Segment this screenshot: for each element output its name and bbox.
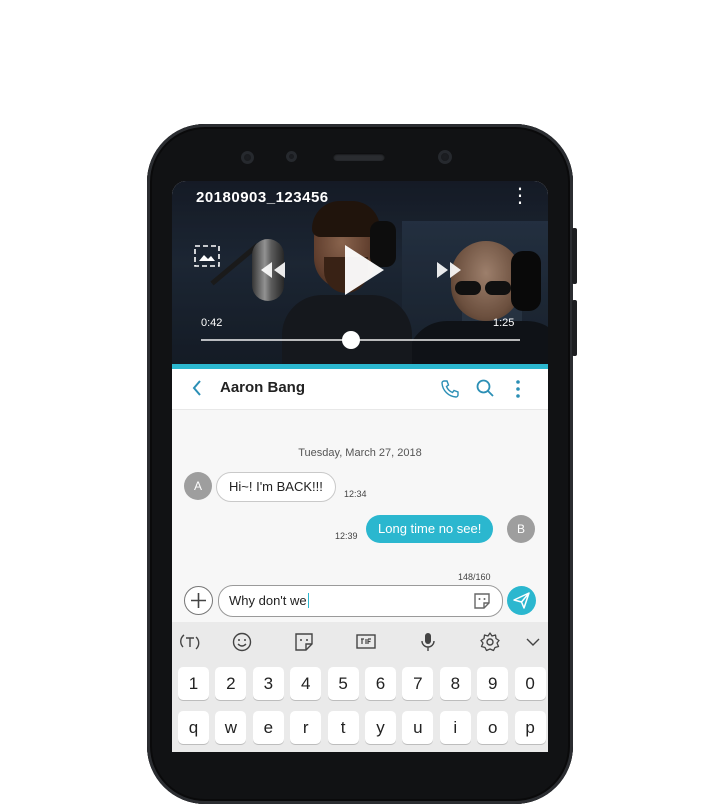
key-0[interactable]: 0 — [514, 667, 546, 700]
attach-button[interactable] — [184, 586, 213, 615]
conversation: Tuesday, March 27, 2018 A Hi~! I'm BACK!… — [172, 410, 548, 636]
send-button[interactable] — [507, 586, 536, 615]
avatar[interactable]: A — [184, 472, 212, 500]
front-camera — [438, 150, 452, 164]
sticker-icon[interactable] — [293, 631, 315, 653]
proximity-sensor — [286, 151, 297, 162]
key-y[interactable]: y — [365, 711, 396, 744]
chat-more-icon[interactable] — [512, 378, 524, 400]
emoji-icon[interactable] — [231, 631, 253, 653]
earpiece-speaker — [333, 153, 385, 161]
contact-name: Aaron Bang — [220, 379, 306, 396]
text-scan-icon[interactable] — [179, 631, 201, 653]
key-6[interactable]: 6 — [365, 667, 396, 700]
video-more-icon[interactable]: ⋮ — [510, 186, 530, 206]
chat-header: Aaron Bang — [172, 369, 548, 410]
key-t[interactable]: t — [327, 711, 359, 744]
key-7[interactable]: 7 — [402, 667, 434, 700]
key-q[interactable]: q — [178, 711, 209, 744]
key-3[interactable]: 3 — [252, 667, 284, 700]
total-duration: 1:25 — [493, 317, 515, 329]
video-title: 20180903_123456 — [196, 189, 329, 206]
key-p[interactable]: p — [514, 711, 546, 744]
key-u[interactable]: u — [402, 711, 434, 744]
message-input-value: Why don't we — [229, 593, 307, 608]
settings-icon[interactable] — [479, 631, 501, 653]
avatar[interactable]: B — [507, 515, 535, 543]
seek-thumb[interactable] — [341, 331, 360, 349]
video-player[interactable]: 20180903_123456 ⋮ 0:42 1:25 — [172, 181, 548, 364]
key-2[interactable]: 2 — [215, 667, 247, 700]
message-time: 12:34 — [344, 489, 367, 499]
message-input[interactable]: Why don't we — [218, 585, 503, 617]
send-icon — [513, 592, 530, 609]
outgoing-message[interactable]: Long time no see! — [366, 515, 494, 543]
mic-icon[interactable] — [417, 631, 439, 653]
front-sensor — [241, 151, 254, 164]
keyboard: 1234567890 qwertyuiop — [172, 622, 548, 752]
volume-button — [572, 228, 577, 284]
phone-screen: 20180903_123456 ⋮ 0:42 1:25 Aaron Bang T… — [172, 181, 548, 752]
text-caret — [307, 593, 309, 608]
key-5[interactable]: 5 — [327, 667, 359, 700]
key-w[interactable]: w — [215, 711, 247, 744]
key-4[interactable]: 4 — [290, 667, 322, 700]
rewind-icon[interactable] — [260, 261, 286, 279]
fast-forward-icon[interactable] — [436, 261, 462, 279]
current-time: 0:42 — [201, 317, 223, 329]
search-icon[interactable] — [475, 378, 495, 398]
key-1[interactable]: 1 — [178, 667, 209, 700]
key-i[interactable]: i — [439, 711, 471, 744]
phone-call-icon[interactable] — [440, 379, 460, 399]
char-counter: 148/160 — [458, 572, 491, 582]
message-time: 12:39 — [335, 531, 358, 541]
plus-icon — [191, 593, 206, 608]
incoming-message[interactable]: Hi~! I'm BACK!!! — [216, 472, 336, 502]
power-button — [572, 300, 577, 356]
back-arrow-icon[interactable] — [190, 378, 204, 398]
seek-bar[interactable] — [201, 339, 520, 341]
key-r[interactable]: r — [290, 711, 322, 744]
key-9[interactable]: 9 — [477, 667, 509, 700]
gif-icon[interactable] — [355, 631, 377, 653]
key-o[interactable]: o — [477, 711, 509, 744]
sticker-icon[interactable] — [472, 591, 492, 611]
keyboard-toolbar — [172, 622, 548, 662]
capture-icon[interactable] — [194, 245, 220, 267]
key-8[interactable]: 8 — [439, 667, 471, 700]
date-separator: Tuesday, March 27, 2018 — [298, 447, 422, 459]
collapse-chevron-icon[interactable] — [522, 631, 544, 653]
key-e[interactable]: e — [252, 711, 284, 744]
play-icon[interactable] — [342, 243, 386, 297]
